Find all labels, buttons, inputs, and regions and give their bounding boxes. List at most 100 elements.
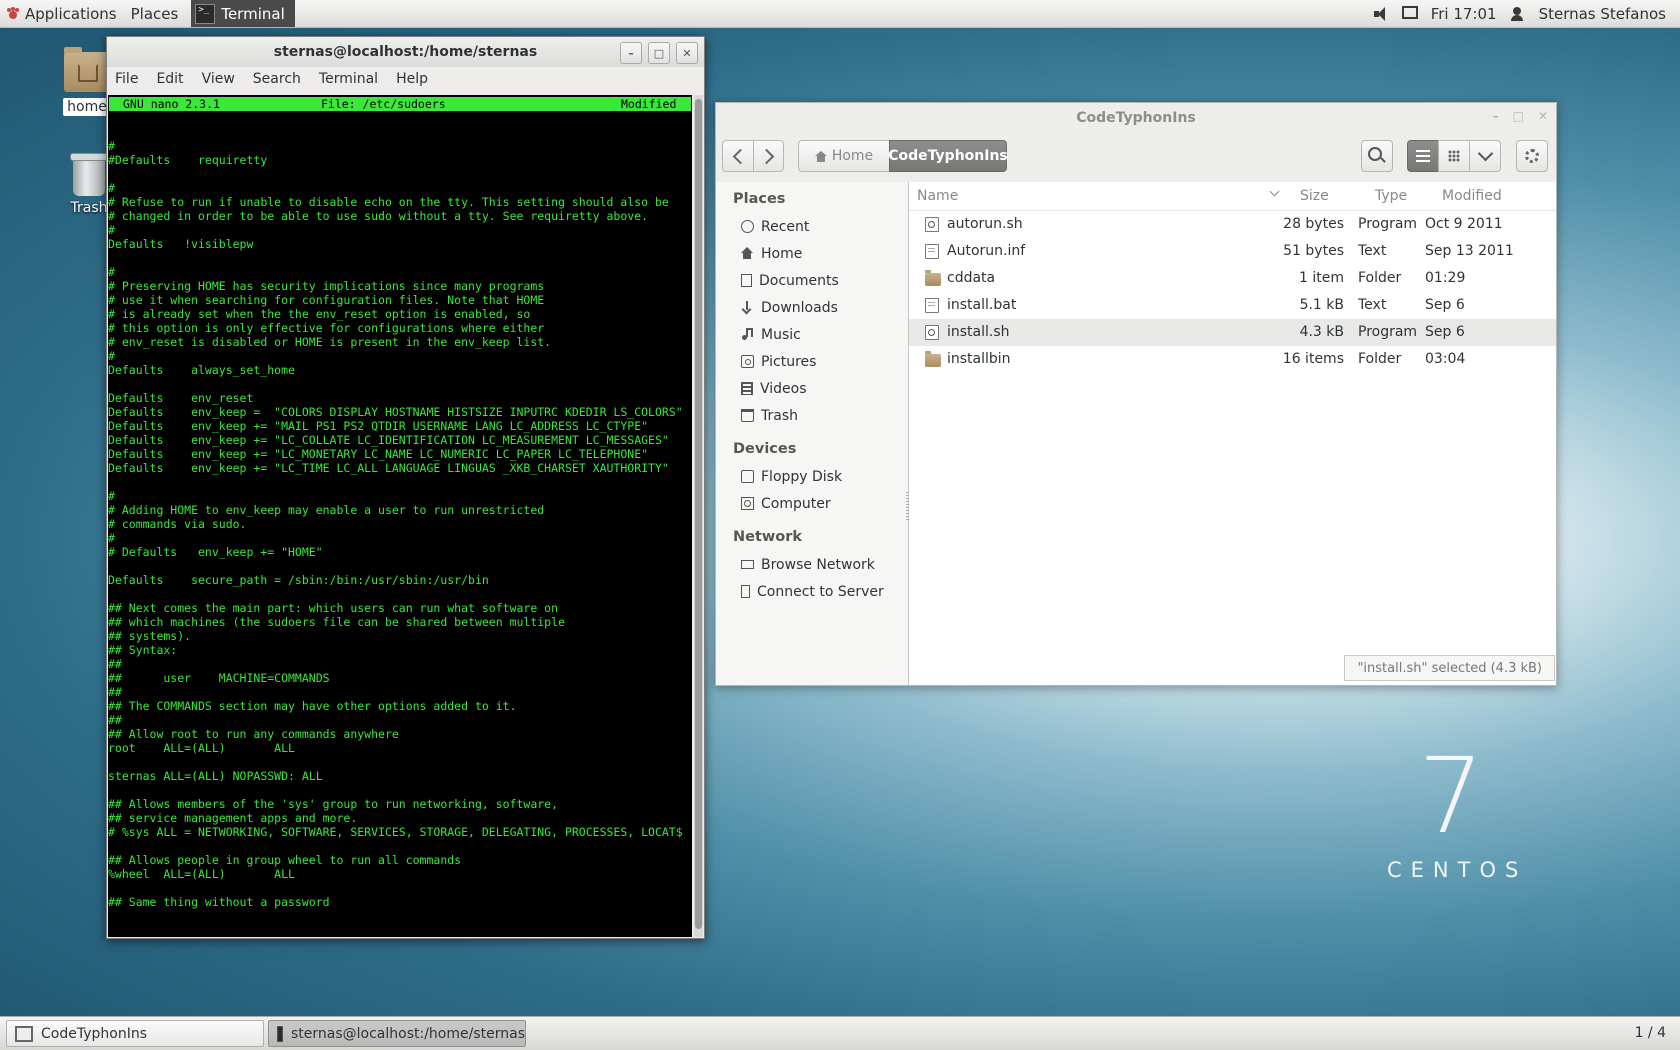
nano-line: # xyxy=(108,531,115,545)
sidebar-item-music[interactable]: Music xyxy=(716,321,908,348)
sidebar-item-label: Browse Network xyxy=(761,556,875,573)
file-row[interactable]: install.sh 4.3 kB Program Sep 6 xyxy=(909,319,1556,346)
nano-line: # Adding HOME to env_keep may enable a u… xyxy=(108,503,545,517)
taskbar-file-manager[interactable]: CodeTyphonIns xyxy=(6,1020,264,1047)
clock[interactable]: Fri 17:01 xyxy=(1424,0,1504,27)
sidebar-item-videos[interactable]: Videos xyxy=(716,375,908,402)
file-modified: 03:04 xyxy=(1425,351,1466,367)
fm-minimize-button[interactable]: – xyxy=(1493,109,1499,123)
nano-line: ## The COMMANDS section may have other o… xyxy=(108,699,517,713)
back-button[interactable] xyxy=(722,140,754,172)
list-view-button[interactable] xyxy=(1407,140,1439,172)
nano-line: ## xyxy=(108,657,122,671)
terminal-scrollbar[interactable] xyxy=(694,95,703,937)
file-manager-window[interactable]: CodeTyphonIns – □ ✕ Home CodeTyphonIns P… xyxy=(715,102,1557,686)
file-manager-titlebar[interactable]: CodeTyphonIns – □ ✕ xyxy=(716,103,1556,132)
text-file-icon xyxy=(925,244,939,259)
nano-line: # xyxy=(108,223,115,237)
sidebar-item-pictures[interactable]: Pictures xyxy=(716,348,908,375)
network-status-icon[interactable] xyxy=(1401,6,1418,19)
active-app-terminal[interactable]: Terminal xyxy=(191,0,295,27)
forward-button[interactable] xyxy=(753,140,784,172)
view-options-button[interactable] xyxy=(1469,140,1501,172)
breadcrumb-current[interactable]: CodeTyphonIns xyxy=(888,140,1008,172)
breadcrumb-home[interactable]: Home xyxy=(798,140,890,172)
nano-line: Defaults env_reset xyxy=(108,391,254,405)
sidebar-item-browse-network[interactable]: Browse Network xyxy=(716,551,908,578)
menu-view[interactable]: View xyxy=(202,71,235,87)
volume-icon[interactable] xyxy=(1373,6,1390,21)
terminal-window[interactable]: sternas@localhost:/home/sternas – □ ✕ Fi… xyxy=(106,36,705,939)
nano-line: root ALL=(ALL) ALL xyxy=(108,741,295,755)
nano-line: #Defaults requiretty xyxy=(108,153,268,167)
applications-menu[interactable]: Applications xyxy=(0,0,124,27)
file-row[interactable]: autorun.sh 28 bytes Program Oct 9 2011 xyxy=(909,211,1556,238)
sidebar-item-recent[interactable]: Recent xyxy=(716,213,908,240)
nano-line: ## Allows people in group wheel to run a… xyxy=(108,853,462,867)
nano-line: # is already set when the the env_reset … xyxy=(108,307,531,321)
terminal-icon xyxy=(195,3,216,24)
close-button[interactable]: ✕ xyxy=(676,42,698,64)
column-type[interactable]: Type xyxy=(1375,188,1407,204)
terminal-titlebar[interactable]: sternas@localhost:/home/sternas – □ ✕ xyxy=(107,37,704,67)
terminal-menubar: File Edit View Search Terminal Help xyxy=(107,67,704,91)
sidebar-item-label: Pictures xyxy=(761,353,817,370)
nano-line: ## which machines (the sudoers file can … xyxy=(108,615,565,629)
active-app-label: Terminal xyxy=(221,4,285,23)
desktop-home-folder[interactable]: home xyxy=(62,47,112,116)
nano-line: # Preserving HOME has security implicati… xyxy=(108,279,545,293)
column-size[interactable]: Size xyxy=(1300,188,1329,204)
fm-close-button[interactable]: ✕ xyxy=(1538,109,1548,123)
sort-chevron-icon[interactable] xyxy=(1269,186,1280,197)
nano-line xyxy=(108,475,683,489)
computer-icon xyxy=(741,497,754,510)
home-folder-icon xyxy=(64,47,110,92)
sidebar-places-header: Places xyxy=(733,191,786,207)
sidebar-devices-header: Devices xyxy=(733,441,797,457)
fm-maximize-button[interactable]: □ xyxy=(1513,109,1524,123)
workspace-indicator[interactable]: 1 / 4 xyxy=(1635,1025,1666,1041)
nano-line: # Refuse to run if unable to disable ech… xyxy=(108,195,669,209)
column-name[interactable]: Name xyxy=(917,188,958,204)
nano-line: ## systems). xyxy=(108,629,192,643)
menu-terminal[interactable]: Terminal xyxy=(319,71,378,87)
sidebar-item-label: Connect to Server xyxy=(757,583,884,600)
clock-icon xyxy=(741,220,754,233)
sidebar-item-computer[interactable]: Computer xyxy=(716,490,908,517)
nano-line: Defaults env_keep += "LC_MONETARY LC_NAM… xyxy=(108,447,649,461)
user-menu[interactable]: Sternas Stefanos xyxy=(1532,0,1680,27)
minimize-button[interactable]: – xyxy=(620,42,642,64)
places-menu[interactable]: Places xyxy=(124,0,186,27)
file-row[interactable]: installbin 16 items Folder 03:04 xyxy=(909,346,1556,373)
sidebar-item-home[interactable]: Home xyxy=(716,240,908,267)
taskbar-terminal[interactable]: sternas@localhost:/home/sternas xyxy=(268,1020,526,1047)
nano-editor[interactable]: GNU nano 2.3.1 File: /etc/sudoers Modifi… xyxy=(108,95,692,937)
search-button[interactable] xyxy=(1361,140,1393,172)
taskbar-file-manager-label: CodeTyphonIns xyxy=(41,1025,147,1042)
file-row[interactable]: install.bat 5.1 kB Text Sep 6 xyxy=(909,292,1556,319)
sidebar-item-label: Downloads xyxy=(761,299,838,316)
nano-text-buffer[interactable]: # #Defaults requiretty # # Refuse to run if… xyxy=(108,125,683,909)
sidebar-item-connect-to-server[interactable]: Connect to Server xyxy=(716,578,908,605)
file-name: autorun.sh xyxy=(947,216,1023,232)
user-icon[interactable] xyxy=(1510,6,1526,21)
menu-search[interactable]: Search xyxy=(253,71,301,87)
file-modified: Sep 6 xyxy=(1425,324,1465,340)
chevron-down-icon xyxy=(1477,145,1493,162)
menu-file[interactable]: File xyxy=(115,71,138,87)
grid-view-button[interactable] xyxy=(1438,140,1470,172)
sidebar-item-downloads[interactable]: Downloads xyxy=(716,294,908,321)
nano-line: Defaults env_keep = "COLORS DISPLAY HOST… xyxy=(108,405,683,419)
maximize-button[interactable]: □ xyxy=(648,42,670,64)
file-row[interactable]: Autorun.inf 51 bytes Text Sep 13 2011 xyxy=(909,238,1556,265)
menu-help[interactable]: Help xyxy=(396,71,428,87)
file-row[interactable]: cddata 1 item Folder 01:29 xyxy=(909,265,1556,292)
settings-button[interactable] xyxy=(1516,140,1548,172)
sidebar-item-floppy-disk[interactable]: Floppy Disk xyxy=(716,463,908,490)
file-list-view[interactable]: Name Size Type Modified autorun.sh 28 byt… xyxy=(909,182,1556,685)
sidebar-item-trash[interactable]: Trash xyxy=(716,402,908,429)
menu-edit[interactable]: Edit xyxy=(156,71,183,87)
selection-status: "install.sh" selected (4.3 kB) xyxy=(1344,655,1555,681)
sidebar-item-documents[interactable]: Documents xyxy=(716,267,908,294)
column-modified[interactable]: Modified xyxy=(1442,188,1502,204)
